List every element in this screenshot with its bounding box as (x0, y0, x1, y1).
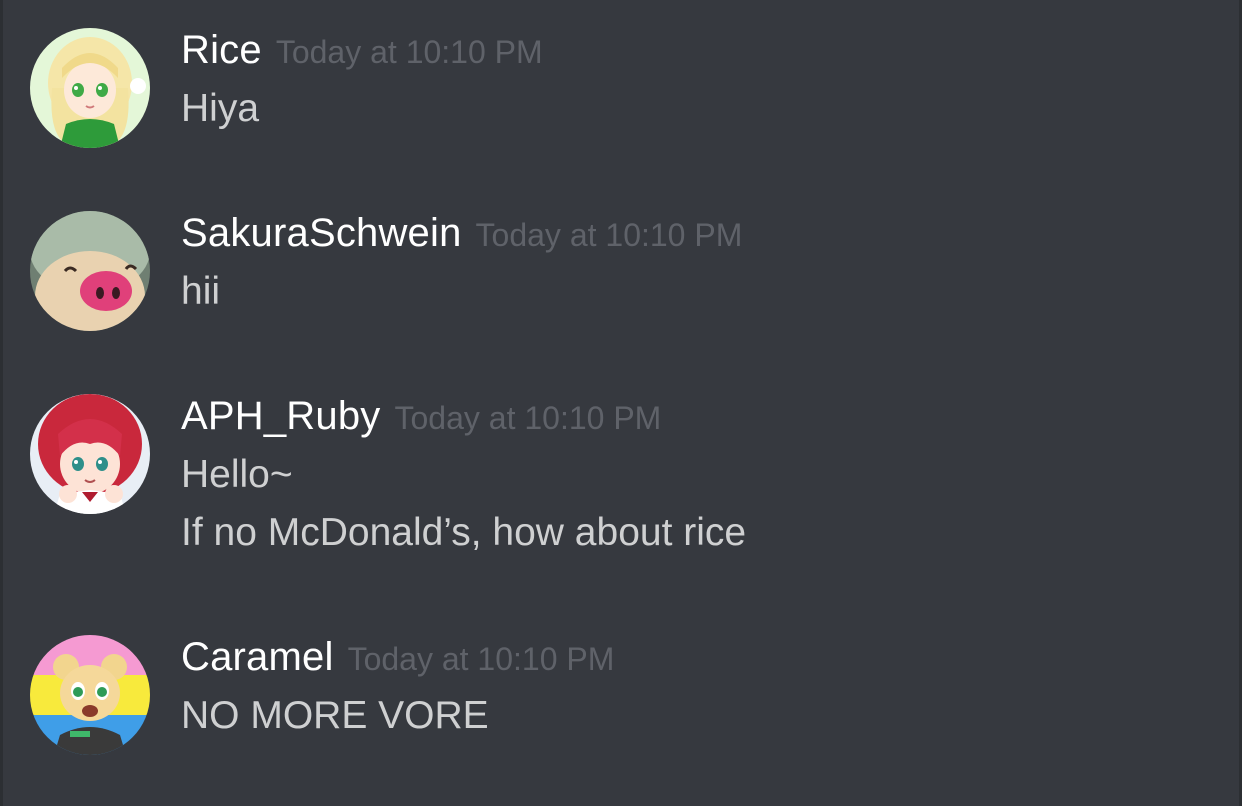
message-header: APH_Ruby Today at 10:10 PM (181, 394, 746, 446)
chat-message-list: Rice Today at 10:10 PM Hiya SakuraSchwei… (0, 0, 1242, 806)
avatar[interactable] (30, 394, 150, 514)
message-text: hii (181, 270, 221, 313)
message-content: SakuraSchwein Today at 10:10 PM hii (181, 211, 742, 321)
message-text: NO MORE VORE (181, 694, 489, 737)
timestamp[interactable]: Today at 10:10 PM (476, 217, 743, 254)
pig-plush-avatar-icon (30, 211, 150, 331)
avatar[interactable] (30, 635, 150, 755)
username[interactable]: Rice (181, 28, 262, 73)
username[interactable]: SakuraSchwein (181, 211, 462, 256)
red-hair-anime-girl-avatar-icon (30, 394, 150, 514)
message-content: APH_Ruby Today at 10:10 PM Hello~ If no … (181, 394, 746, 562)
username[interactable]: Caramel (181, 635, 334, 680)
username[interactable]: APH_Ruby (181, 394, 380, 439)
message-header: Caramel Today at 10:10 PM (181, 635, 614, 687)
message-content: Rice Today at 10:10 PM Hiya (181, 28, 543, 138)
timestamp[interactable]: Today at 10:10 PM (394, 400, 661, 437)
anime-girl-green-hoodie-avatar-icon (30, 28, 150, 148)
avatar[interactable] (30, 211, 150, 331)
timestamp[interactable]: Today at 10:10 PM (276, 34, 543, 71)
message-text: Hiya (181, 87, 260, 130)
message-header: SakuraSchwein Today at 10:10 PM (181, 211, 742, 263)
cartoon-mouse-avatar-icon (30, 635, 150, 755)
message-text: If no McDonald’s, how about rice (181, 511, 747, 554)
timestamp[interactable]: Today at 10:10 PM (348, 641, 615, 678)
avatar[interactable] (30, 28, 150, 148)
message-content: Caramel Today at 10:10 PM NO MORE VORE (181, 635, 614, 745)
message-header: Rice Today at 10:10 PM (181, 28, 543, 80)
message-text: Hello~ (181, 453, 293, 496)
